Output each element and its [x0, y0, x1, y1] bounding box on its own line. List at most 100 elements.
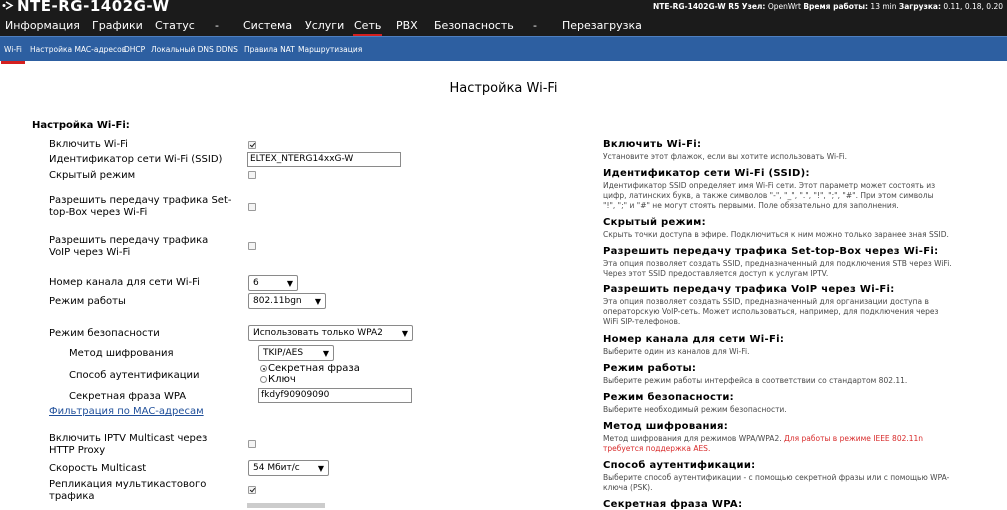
- uptime-value: 13 min: [870, 2, 897, 11]
- brand-name: NTE-RG-1402G-W: [17, 0, 170, 15]
- mac-filter-link[interactable]: Фильтрация по MAC-адресам: [49, 406, 204, 417]
- tab-nat-rules[interactable]: Правила NAT: [244, 45, 295, 54]
- tab-local-dns[interactable]: Локальный DNS: [151, 45, 214, 54]
- title-bar: NTE-RG-1402G-W NTE-RG-1402G-W R5 Узел: O…: [0, 0, 1007, 15]
- help-line: ключа (PSK).: [603, 483, 653, 492]
- help-line: Выберите необходимый режим безопасности.: [603, 405, 787, 414]
- auth-method-label: Способ аутентификации: [69, 370, 200, 381]
- menu-item-system[interactable]: Система: [243, 19, 292, 32]
- menu-item-status[interactable]: Статус: [155, 19, 195, 32]
- auth-passphrase-radio[interactable]: [260, 365, 267, 372]
- node-label: Узел:: [741, 2, 766, 11]
- eltex-logo-icon: [2, 1, 14, 10]
- help-line-warning: Для работы в режиме IEEE 802.11n: [783, 434, 924, 443]
- cipher-value: TKIP/AES: [263, 348, 304, 358]
- auth-key-radio[interactable]: [260, 376, 267, 383]
- help-line: Установите этот флажок, если вы хотите и…: [603, 152, 847, 161]
- security-mode-value: Использовать только WPA2: [253, 328, 383, 338]
- tab-mac-settings[interactable]: Настройка MAC-адресов: [30, 45, 126, 54]
- menu-item-reboot[interactable]: Перезагрузка: [562, 19, 642, 32]
- mode-label: Режим работы: [49, 296, 126, 307]
- chevron-down-icon: ▼: [322, 349, 329, 358]
- voip-traffic-label-line2: VoIP через Wi-Fi: [49, 247, 131, 258]
- help-text-mode: Выберите режим работы интерфейса в соотв…: [603, 376, 988, 386]
- enable-wifi-checkbox[interactable]: [248, 141, 256, 149]
- help-line: Идентификатор SSID определяет имя Wi-Fi …: [603, 181, 936, 190]
- page-title: Настройка Wi-Fi: [449, 81, 558, 96]
- tab-dhcp[interactable]: DHCP: [124, 45, 145, 54]
- help-line: Эта опция позволяет создать SSID, предна…: [603, 297, 929, 306]
- cipher-select[interactable]: TKIP/AES ▼: [258, 345, 334, 361]
- tab-routing[interactable]: Маршрутизация: [298, 45, 362, 54]
- mode-select[interactable]: 802.11bgn ▼: [248, 293, 326, 309]
- enable-wifi-label: Включить Wi-Fi: [49, 139, 128, 150]
- help-title-stb: Разрешить передачу трафика Set-top-Box ч…: [603, 246, 939, 257]
- iptv-multicast-label: Включить IPTV Multicast через: [49, 433, 208, 444]
- channel-select[interactable]: 6 ▼: [248, 275, 298, 291]
- load-label: Загрузка:: [898, 2, 941, 11]
- menu-item-separator: -: [533, 19, 537, 32]
- replication-label: Репликация мультикастового: [49, 479, 207, 490]
- help-title-ssid: Идентификатор сети Wi-Fi (SSID):: [603, 168, 810, 179]
- tab-wifi[interactable]: Wi-Fi: [1, 45, 25, 64]
- help-title-channel: Номер канала для сети Wi-Fi:: [603, 334, 785, 345]
- menu-item-separator: -: [215, 19, 219, 32]
- brand: NTE-RG-1402G-W: [0, 0, 170, 15]
- tab-ddns[interactable]: DDNS: [216, 45, 238, 54]
- security-mode-select[interactable]: Использовать только WPA2 ▼: [248, 325, 413, 341]
- help-title-cipher: Метод шифрования:: [603, 421, 729, 432]
- ssid-input[interactable]: ELTEX_NTERG14xxG-W: [247, 152, 401, 167]
- help-text-auth: Выберите способ аутентификации - с помощ…: [603, 473, 988, 493]
- iptv-multicast-label-line2: HTTP Proxy: [49, 445, 106, 456]
- stb-traffic-label-line2: top-Box через Wi-Fi: [49, 207, 148, 218]
- channel-label: Номер канала для сети Wi-Fi: [49, 277, 200, 288]
- help-line: Через этот SSID предоставляется доступ к…: [603, 269, 829, 278]
- replication-checkbox[interactable]: [248, 486, 256, 494]
- wpa-passphrase-input[interactable]: fkdyf90909090: [258, 388, 412, 403]
- sub-menu: Wi-Fi Настройка MAC-адресов DHCP Локальн…: [0, 36, 1007, 64]
- menu-item-network[interactable]: Сеть: [352, 19, 383, 36]
- help-text-hidden-mode: Скрыть точки доступа в эфире. Подключить…: [603, 230, 988, 240]
- multicast-speed-select[interactable]: 54 Мбит/с ▼: [248, 460, 329, 476]
- menu-item-security[interactable]: Безопасность: [434, 19, 514, 32]
- help-line-warning-cont: требуется поддержка AES.: [603, 444, 711, 453]
- chevron-down-icon: ▼: [401, 329, 408, 338]
- voip-traffic-label: Разрешить передачу трафика: [49, 235, 209, 246]
- help-line: "!", ";" и "#" не могут стоять первыми. …: [603, 201, 899, 210]
- help-text-channel: Выберите один из каналов для Wi-Fi.: [603, 347, 988, 357]
- cipher-label: Метод шифрования: [69, 348, 174, 359]
- multicast-speed-label: Скорость Multicast: [49, 463, 147, 474]
- help-line-plain: Метод шифрования для режимов WPA/WPA2.: [603, 434, 782, 443]
- menu-item-graphs[interactable]: Графики: [92, 19, 143, 32]
- help-title-voip: Разрешить передачу трафика VoIP через Wi…: [603, 284, 895, 295]
- main-menu: Информация Графики Статус - Система Услу…: [0, 15, 1007, 36]
- iptv-multicast-checkbox[interactable]: [248, 440, 256, 448]
- hidden-mode-checkbox[interactable]: [248, 171, 256, 179]
- section-title: Настройка Wi-Fi:: [32, 120, 130, 131]
- ssid-label: Идентификатор сети Wi-Fi (SSID): [49, 154, 223, 165]
- chevron-down-icon: ▼: [317, 464, 324, 473]
- hidden-mode-label: Скрытый режим: [49, 170, 136, 181]
- load-value: 0.11, 0.18, 0.20: [943, 2, 1003, 11]
- wpa-passphrase-label: Секретная фраза WPA: [69, 391, 187, 402]
- help-text-ssid: Идентификатор SSID определяет имя Wi-Fi …: [603, 181, 988, 211]
- replication-label-line2: трафика: [49, 491, 95, 502]
- help-line: Скрыть точки доступа в эфире. Подключить…: [603, 230, 949, 239]
- help-text-security: Выберите необходимый режим безопасности.: [603, 405, 988, 415]
- divider: [247, 503, 325, 508]
- help-line: Выберите способ аутентификации - с помощ…: [603, 473, 950, 482]
- menu-item-services[interactable]: Услуги: [305, 19, 344, 32]
- stb-traffic-checkbox[interactable]: [248, 203, 256, 211]
- voip-traffic-checkbox[interactable]: [248, 242, 256, 250]
- mode-value: 802.11bgn: [253, 296, 302, 306]
- chevron-down-icon: ▼: [286, 279, 293, 288]
- stb-traffic-label: Разрешить передачу трафика Set-: [49, 195, 232, 206]
- channel-value: 6: [253, 278, 259, 288]
- menu-item-pbx[interactable]: PBX: [396, 19, 418, 32]
- help-text-voip: Эта опция позволяет создать SSID, предна…: [603, 297, 988, 327]
- menu-item-info[interactable]: Информация: [5, 19, 80, 32]
- multicast-speed-value: 54 Мбит/с: [253, 463, 300, 473]
- auth-passphrase-label: Секретная фраза: [268, 363, 360, 374]
- system-info: NTE-RG-1402G-W R5 Узел: OpenWrt Время ра…: [653, 2, 1003, 11]
- help-title-hidden-mode: Скрытый режим:: [603, 217, 706, 228]
